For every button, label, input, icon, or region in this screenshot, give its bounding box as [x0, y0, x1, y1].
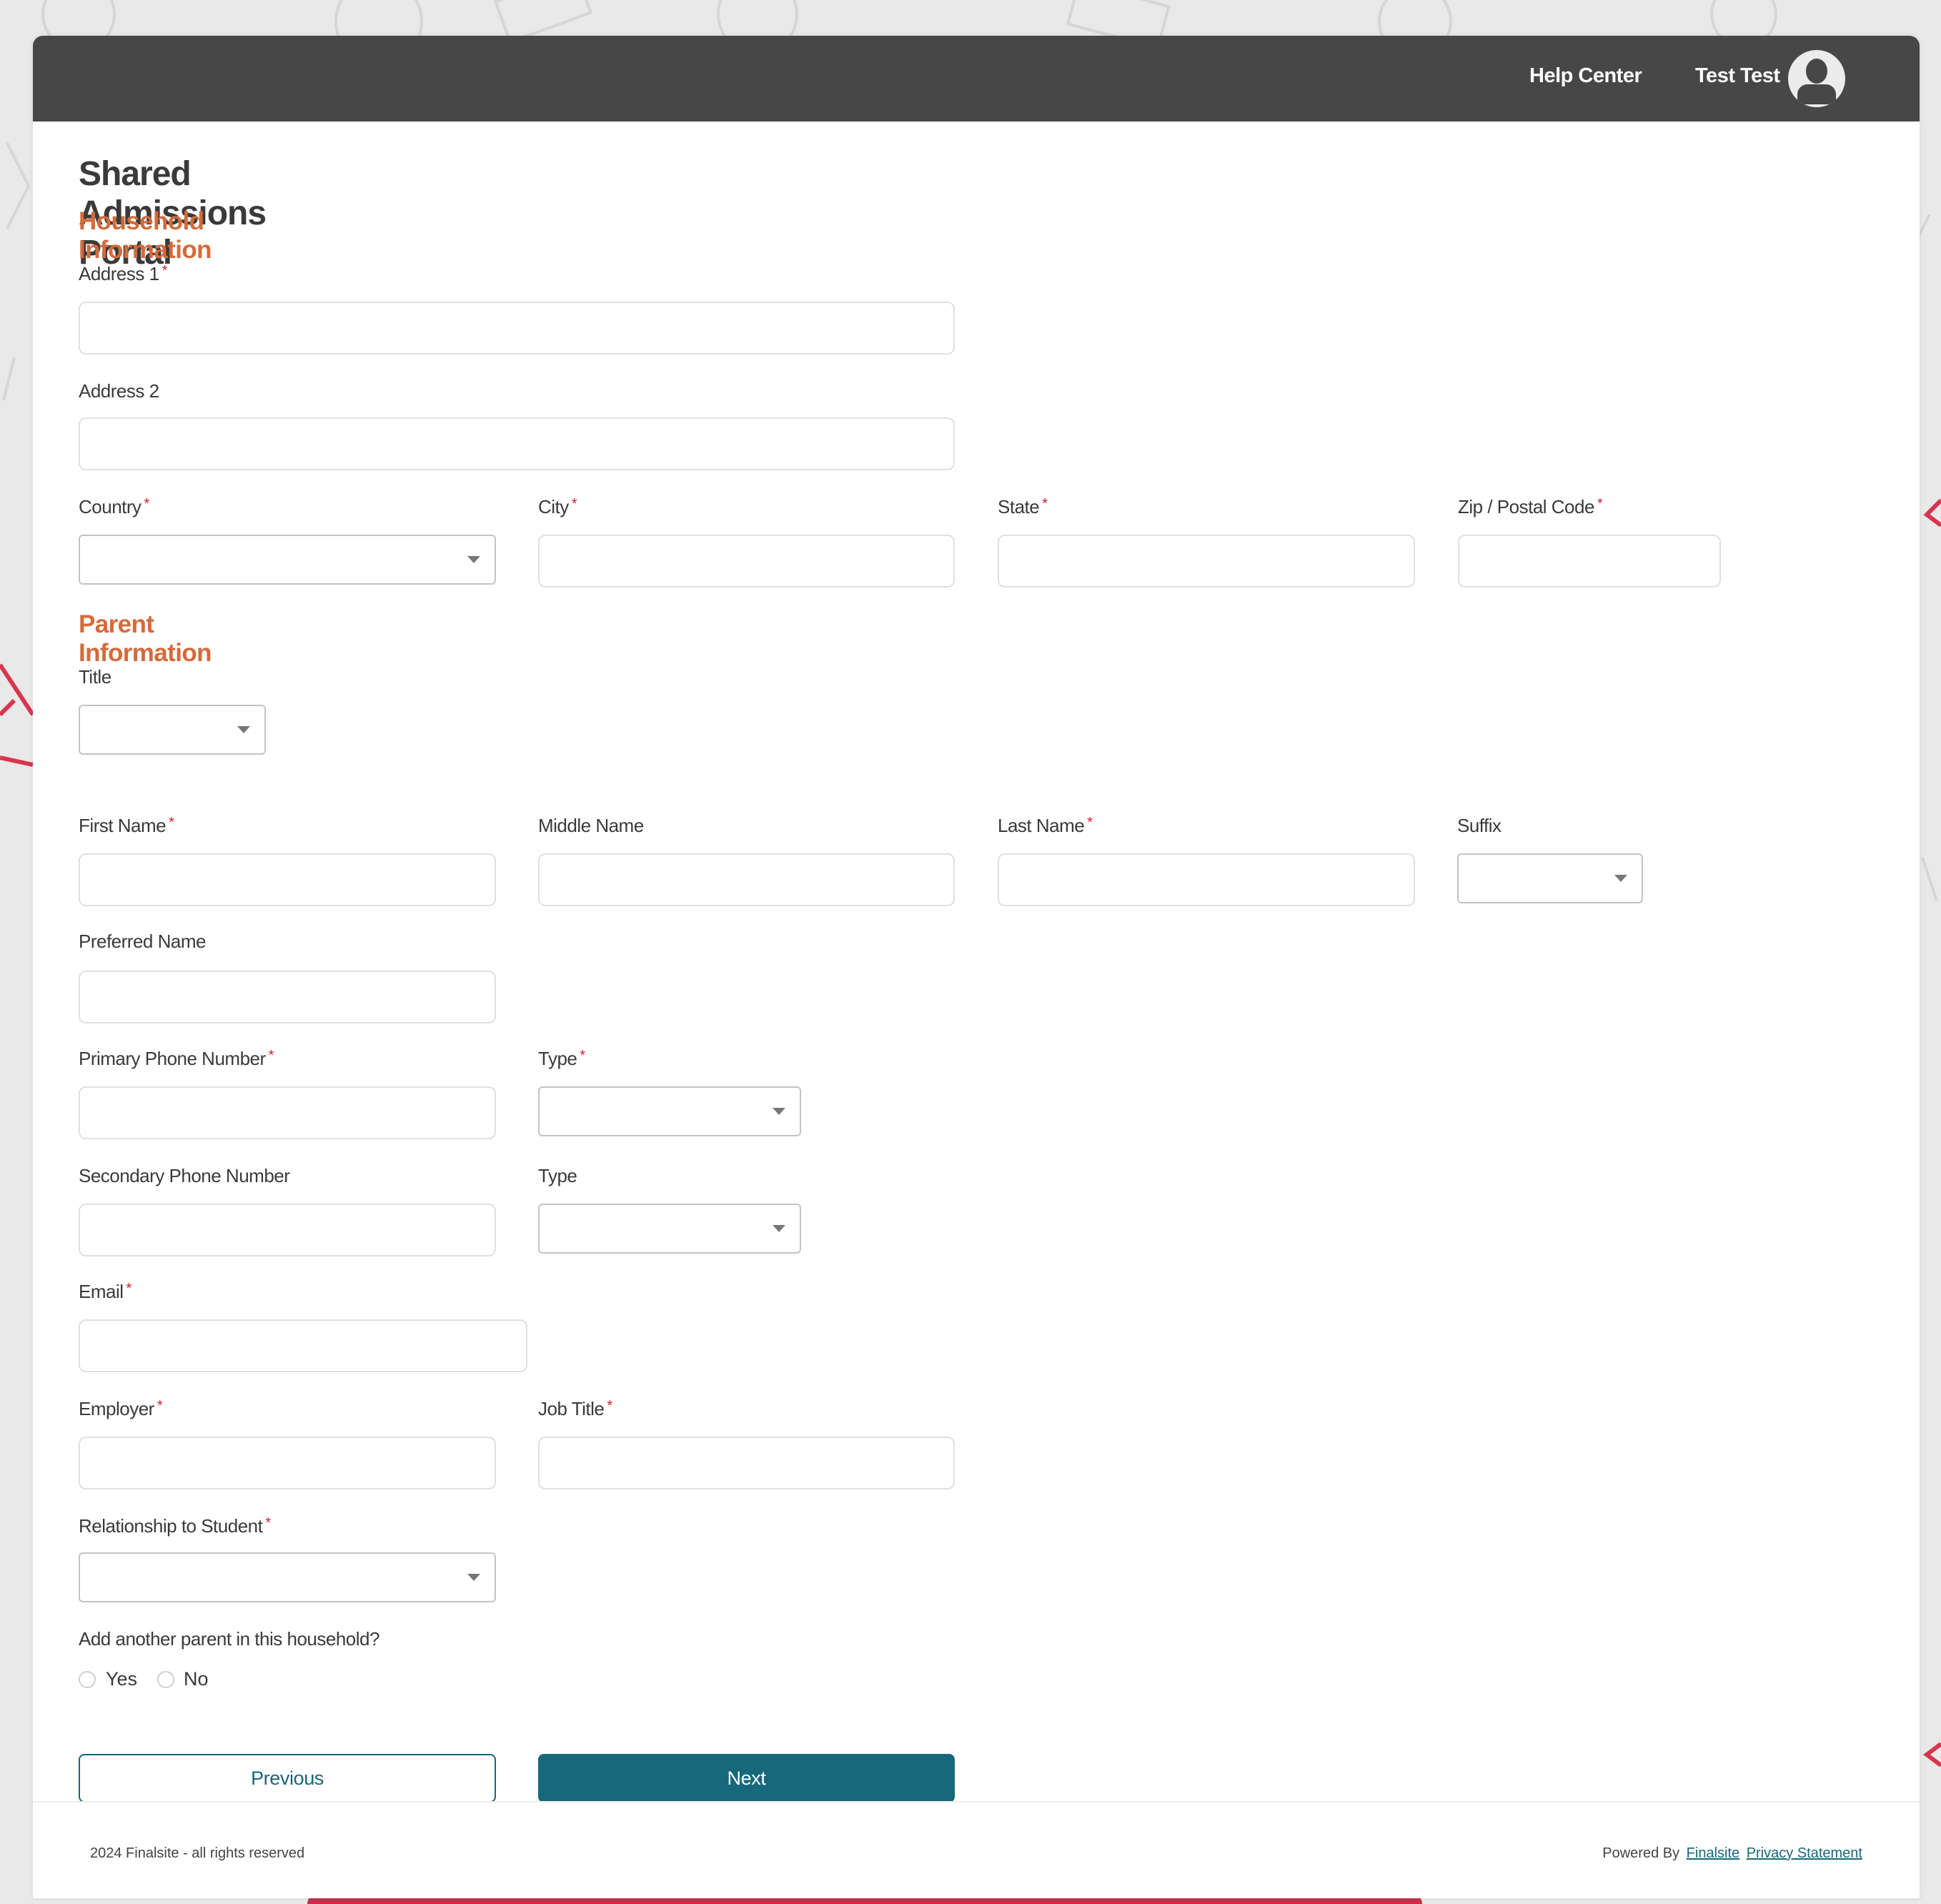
title-label: Title — [79, 666, 111, 688]
state-label-text: State — [998, 496, 1040, 517]
required-marker: * — [169, 815, 174, 830]
address2-input[interactable] — [79, 417, 955, 470]
employer-input[interactable] — [79, 1437, 496, 1489]
relationship-label-text: Relationship to Student — [79, 1515, 263, 1537]
parent-section-title: Parent Information — [79, 610, 212, 667]
top-navigation-bar: Help Center Test Test — [33, 36, 1920, 122]
title-select[interactable] — [79, 705, 266, 755]
previous-button[interactable]: Previous — [79, 1754, 496, 1803]
required-marker: * — [607, 1398, 612, 1414]
last-name-input[interactable] — [998, 853, 1415, 906]
state-input[interactable] — [998, 535, 1415, 587]
chevron-down-icon — [237, 726, 250, 733]
required-marker: * — [157, 1398, 163, 1414]
add-another-no-radio[interactable] — [157, 1671, 174, 1688]
first-name-label: First Name * — [79, 815, 174, 837]
first-name-input[interactable] — [79, 853, 496, 906]
last-name-label: Last Name * — [998, 815, 1093, 837]
country-label: Country * — [79, 496, 149, 518]
required-marker: * — [144, 496, 150, 512]
relationship-label: Relationship to Student * — [79, 1515, 271, 1537]
help-center-link[interactable]: Help Center — [1529, 64, 1642, 88]
user-avatar-icon[interactable] — [1788, 50, 1845, 107]
portal-card: Help Center Test Test Shared Admissions … — [33, 36, 1920, 1898]
required-marker: * — [162, 263, 168, 279]
address1-label-text: Address 1 — [79, 263, 159, 284]
job-title-label-text: Job Title — [538, 1398, 605, 1419]
required-marker: * — [126, 1281, 132, 1296]
city-label-text: City — [538, 496, 569, 517]
footer-divider — [33, 1801, 1920, 1803]
required-marker: * — [1042, 496, 1048, 512]
avatar-body-shape — [1797, 84, 1836, 104]
chevron-down-icon — [1614, 875, 1627, 882]
zip-label-text: Zip / Postal Code — [1458, 496, 1594, 517]
primary-phone-type-label-text: Type — [538, 1048, 577, 1069]
job-title-input[interactable] — [538, 1437, 955, 1489]
first-name-label-text: First Name — [79, 815, 167, 836]
address2-label: Address 2 — [79, 380, 159, 402]
household-section-title: Household Information — [79, 207, 212, 264]
employer-label-text: Employer — [79, 1398, 154, 1419]
add-another-parent-question: Add another parent in this household? — [79, 1628, 379, 1650]
add-another-yes-radio[interactable] — [79, 1671, 96, 1688]
state-label: State * — [998, 496, 1048, 518]
chevron-down-icon — [467, 1574, 480, 1581]
email-label-text: Email — [79, 1281, 124, 1302]
next-button[interactable]: Next — [538, 1754, 955, 1803]
chevron-down-icon — [773, 1225, 785, 1232]
required-marker: * — [571, 496, 577, 512]
primary-phone-label-text: Primary Phone Number — [79, 1048, 266, 1069]
required-marker: * — [580, 1048, 585, 1063]
secondary-phone-label: Secondary Phone Number — [79, 1165, 290, 1186]
required-marker: * — [268, 1048, 274, 1063]
primary-phone-type-label: Type * — [538, 1048, 585, 1070]
avatar-head-shape — [1806, 59, 1827, 84]
job-title-label: Job Title * — [538, 1398, 612, 1420]
footer-links: Powered By Finalsite Privacy Statement — [1602, 1845, 1862, 1862]
address1-label: Address 1 * — [79, 263, 167, 285]
zip-label: Zip / Postal Code * — [1458, 496, 1603, 518]
country-label-text: Country — [79, 496, 142, 517]
country-select[interactable] — [79, 535, 496, 585]
chevron-down-icon — [467, 556, 480, 563]
employer-label: Employer * — [79, 1398, 163, 1420]
city-input[interactable] — [538, 535, 955, 587]
middle-name-input[interactable] — [538, 853, 955, 906]
privacy-statement-link[interactable]: Privacy Statement — [1747, 1845, 1862, 1861]
email-input[interactable] — [79, 1319, 527, 1372]
required-marker: * — [1597, 496, 1603, 512]
preferred-name-label: Preferred Name — [79, 931, 206, 952]
zip-input[interactable] — [1458, 535, 1721, 587]
secondary-phone-type-label: Type — [538, 1165, 577, 1186]
address1-input[interactable] — [79, 302, 955, 354]
finalsite-link[interactable]: Finalsite — [1687, 1845, 1739, 1861]
secondary-phone-input[interactable] — [79, 1204, 496, 1256]
email-label: Email * — [79, 1281, 131, 1303]
powered-by-text: Powered By — [1602, 1845, 1680, 1861]
suffix-label: Suffix — [1457, 815, 1501, 836]
chevron-down-icon — [773, 1108, 785, 1115]
middle-name-label: Middle Name — [538, 815, 644, 836]
user-name-menu[interactable]: Test Test — [1695, 64, 1780, 88]
required-marker: * — [265, 1515, 271, 1531]
relationship-select[interactable] — [79, 1552, 496, 1602]
primary-phone-label: Primary Phone Number * — [79, 1048, 274, 1070]
copyright-text: 2024 Finalsite - all rights reserved — [90, 1845, 305, 1861]
required-marker: * — [1087, 815, 1093, 830]
primary-phone-input[interactable] — [79, 1086, 496, 1139]
add-another-no-label[interactable]: No — [184, 1668, 209, 1690]
city-label: City * — [538, 496, 577, 518]
primary-phone-type-select[interactable] — [538, 1086, 801, 1136]
add-another-yes-label[interactable]: Yes — [106, 1668, 137, 1690]
secondary-phone-type-select[interactable] — [538, 1204, 801, 1254]
last-name-label-text: Last Name — [998, 815, 1085, 836]
suffix-select[interactable] — [1457, 853, 1643, 903]
preferred-name-input[interactable] — [79, 971, 496, 1023]
